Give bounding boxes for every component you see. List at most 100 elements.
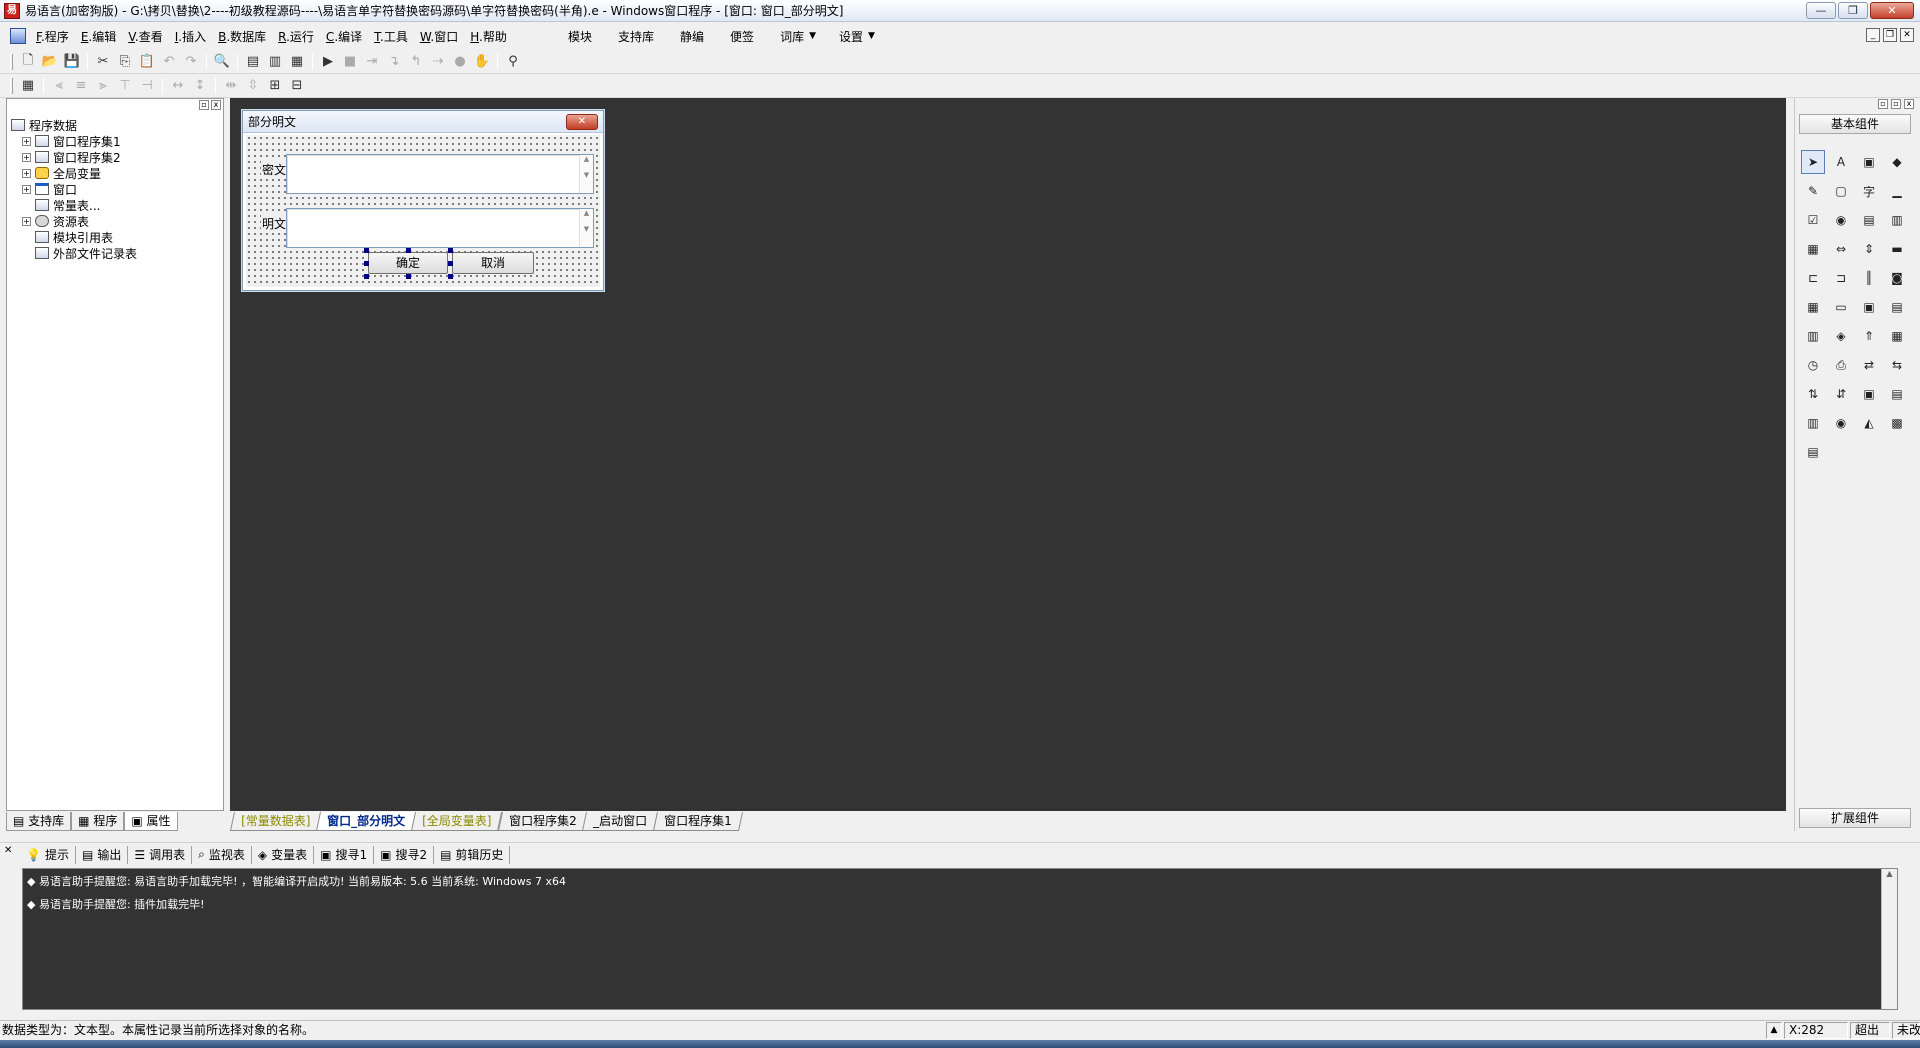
- component-tool-icon[interactable]: A: [1829, 150, 1853, 174]
- selection-handle[interactable]: [364, 261, 369, 266]
- toolbar-grip[interactable]: [10, 53, 13, 70]
- space-v-icon[interactable]: ⇳: [244, 77, 262, 95]
- expand-icon[interactable]: +: [22, 184, 31, 194]
- mdi-restore-button[interactable]: ❐: [1883, 28, 1897, 42]
- selection-handle[interactable]: [406, 248, 411, 253]
- align-middle-icon[interactable]: ⊣: [138, 77, 156, 95]
- output-close-icon[interactable]: ✕: [4, 845, 12, 856]
- toolbox-pin-icon[interactable]: ▫: [1891, 99, 1901, 109]
- selection-handle[interactable]: [448, 274, 453, 279]
- toolbox-close-icon[interactable]: x: [1904, 99, 1914, 109]
- expand-icon[interactable]: +: [22, 136, 31, 146]
- component-tool-icon[interactable]: ◷: [1801, 353, 1825, 377]
- output-tab[interactable]: ▤ 输出: [76, 845, 129, 864]
- doc-tab[interactable]: [全局变量表]: [411, 812, 503, 831]
- same-width-icon[interactable]: ↔: [169, 77, 187, 95]
- redo-icon[interactable]: ↷: [182, 53, 200, 71]
- new-file-icon[interactable]: 🗋: [19, 53, 37, 71]
- cancel-button[interactable]: 取消: [452, 252, 534, 274]
- center-h-icon[interactable]: ⊞: [266, 77, 284, 95]
- form-designer-window[interactable]: 部分明文 ✕ 密文 ▲ ▼ 明文 ▲ ▼ 确定 取消: [242, 110, 604, 291]
- component-tool-icon[interactable]: ⎙: [1829, 353, 1853, 377]
- selection-handle[interactable]: [406, 274, 411, 279]
- hand-icon[interactable]: ✋: [473, 53, 491, 71]
- component-tool-icon[interactable]: ✎: [1801, 179, 1825, 203]
- component-tool-icon[interactable]: ⇑: [1857, 324, 1881, 348]
- output-tab[interactable]: ▣ 搜寻1: [314, 845, 375, 864]
- layout1-icon[interactable]: ▤: [244, 53, 262, 71]
- toolbox-restore-icon[interactable]: ▫: [1878, 99, 1888, 109]
- mdi-minimize-button[interactable]: _: [1866, 28, 1880, 42]
- cipher-label[interactable]: 密文: [261, 161, 288, 178]
- output-tab[interactable]: ▤ 剪辑历史: [434, 845, 511, 864]
- cut-icon[interactable]: ✂: [94, 53, 112, 71]
- close-button[interactable]: ✕: [1870, 2, 1914, 19]
- menu-t[interactable]: T.工具: [368, 28, 414, 45]
- menu-extra-item[interactable]: 便签: [717, 28, 767, 45]
- component-tool-icon[interactable]: ◭: [1857, 411, 1881, 435]
- menu-v[interactable]: V.查看: [122, 28, 169, 45]
- run-to-cursor-icon[interactable]: ⇢: [429, 53, 447, 71]
- save-icon[interactable]: 💾: [63, 53, 81, 71]
- layout3-icon[interactable]: ▦: [288, 53, 306, 71]
- left-tab[interactable]: ▤ 支持库: [6, 811, 72, 831]
- extended-components-header[interactable]: 扩展组件: [1799, 808, 1911, 828]
- component-tool-icon[interactable]: ▥: [1801, 411, 1825, 435]
- step-icon[interactable]: ⇥: [363, 53, 381, 71]
- component-tool-icon[interactable]: ⇅: [1801, 382, 1825, 406]
- menu-c[interactable]: C.编译: [320, 28, 368, 45]
- menu-extra-item[interactable]: 支持库: [605, 28, 667, 45]
- component-tool-icon[interactable]: ⊐: [1829, 266, 1853, 290]
- menu-b[interactable]: B.数据库: [212, 28, 272, 45]
- binoculars-icon[interactable]: ⚲: [504, 53, 522, 71]
- output-panel[interactable]: ◆ 易语言助手提醒您: 易语言助手加载完毕! ，智能编译开启成功! 当前易版本:…: [22, 868, 1898, 1010]
- find-icon[interactable]: 🔍: [213, 53, 231, 71]
- component-tool-icon[interactable]: ◙: [1885, 266, 1909, 290]
- tree-item[interactable]: 程序数据: [11, 117, 137, 133]
- plain-scrollbar[interactable]: ▲ ▼: [579, 209, 593, 247]
- component-tool-icon[interactable]: ▩: [1885, 411, 1909, 435]
- component-tool-icon[interactable]: ▢: [1829, 179, 1853, 203]
- open-folder-icon[interactable]: 📂: [41, 53, 59, 71]
- component-tool-icon[interactable]: ◆: [1885, 150, 1909, 174]
- same-height-icon[interactable]: ↕: [191, 77, 209, 95]
- component-tool-icon[interactable]: ▤: [1801, 440, 1825, 464]
- component-tool-icon[interactable]: ▥: [1801, 324, 1825, 348]
- layout2-icon[interactable]: ▥: [266, 53, 284, 71]
- align-left-icon[interactable]: ⫷: [50, 77, 68, 95]
- expand-icon[interactable]: +: [22, 152, 31, 162]
- menu-i[interactable]: I.插入: [169, 28, 212, 45]
- component-tool-icon[interactable]: 字: [1857, 179, 1881, 203]
- selection-handle[interactable]: [448, 248, 453, 253]
- component-tool-icon[interactable]: ▭: [1829, 295, 1853, 319]
- output-tab[interactable]: 💡 提示: [20, 845, 76, 864]
- component-tool-icon[interactable]: ▦: [1801, 295, 1825, 319]
- component-tool-icon[interactable]: ▥: [1885, 208, 1909, 232]
- component-tool-icon[interactable]: ▣: [1857, 150, 1881, 174]
- component-tool-icon[interactable]: ⇕: [1857, 237, 1881, 261]
- component-tool-icon[interactable]: ◉: [1829, 208, 1853, 232]
- form-body[interactable]: 密文 ▲ ▼ 明文 ▲ ▼ 确定 取消: [246, 135, 600, 287]
- component-tool-icon[interactable]: ◈: [1829, 324, 1853, 348]
- pointer-tool-icon[interactable]: ➤: [1801, 150, 1825, 174]
- tree-item[interactable]: 常量表...: [11, 197, 137, 213]
- basic-components-header[interactable]: 基本组件: [1799, 114, 1911, 134]
- caret-up-icon[interactable]: ▲: [1766, 1022, 1782, 1039]
- component-tool-icon[interactable]: ▤: [1885, 295, 1909, 319]
- selection-handle[interactable]: [364, 248, 369, 253]
- output-tab[interactable]: ▣ 搜寻2: [374, 845, 435, 864]
- minimize-button[interactable]: —: [1806, 2, 1836, 19]
- copy-icon[interactable]: ⎘: [116, 53, 134, 71]
- output-tab[interactable]: ☰ 调用表: [128, 845, 193, 864]
- component-tool-icon[interactable]: ⇔: [1829, 237, 1853, 261]
- doc-tab[interactable]: _启动窗口: [582, 812, 659, 831]
- left-tab[interactable]: ▦ 程序: [71, 811, 125, 831]
- paste-icon[interactable]: 📋: [138, 53, 156, 71]
- menu-r[interactable]: R.运行: [272, 28, 320, 45]
- step-out-icon[interactable]: ↰: [407, 53, 425, 71]
- undo-icon[interactable]: ↶: [160, 53, 178, 71]
- component-tool-icon[interactable]: ▤: [1885, 382, 1909, 406]
- doc-tab[interactable]: [常量数据表]: [229, 812, 322, 831]
- component-tool-icon[interactable]: ▤: [1857, 208, 1881, 232]
- tree-item[interactable]: + 全局变量: [11, 165, 137, 181]
